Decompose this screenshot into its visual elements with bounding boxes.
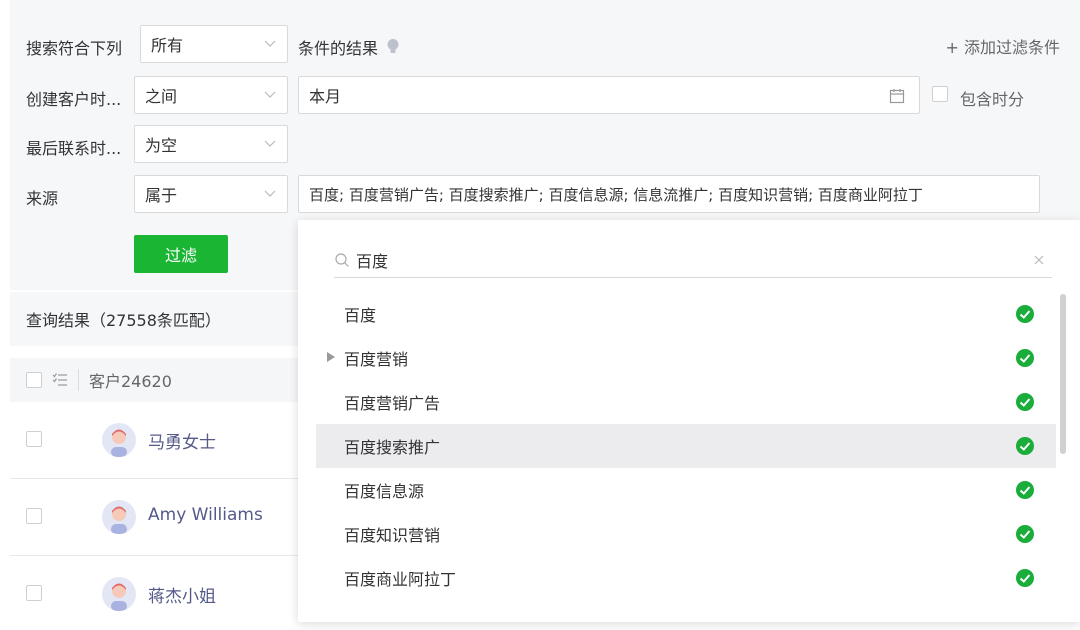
match-mode-value: 所有: [151, 36, 184, 55]
table-row[interactable]: 马勇女士: [10, 403, 300, 479]
created-time-value-input[interactable]: 本月: [298, 76, 920, 114]
check-circle-icon: [1016, 305, 1034, 323]
row-checkbox[interactable]: [26, 431, 42, 447]
source-tags-input[interactable]: 百度; 百度营销广告; 百度搜索推广; 百度信息源; 信息流推广; 百度知识营销…: [298, 175, 1040, 213]
dropdown-option[interactable]: 百度搜索推广: [316, 424, 1056, 468]
dropdown-search: [334, 242, 1052, 278]
search-icon: [335, 252, 349, 267]
person-icon: [111, 429, 127, 457]
chevron-down-icon: [264, 40, 276, 47]
dropdown-option[interactable]: 百度信息源: [316, 468, 1056, 512]
dropdown-option-label: 百度营销广告: [344, 394, 441, 413]
customer-name-link[interactable]: 马勇女士: [148, 428, 216, 453]
filter-label-created-time: 创建客户时...: [26, 90, 122, 109]
lightbulb-icon[interactable]: [386, 38, 400, 56]
filter-label-last-contact: 最后联系时...: [26, 139, 122, 158]
calendar-icon[interactable]: [889, 88, 905, 104]
dropdown-option-label: 百度知识营销: [344, 526, 441, 545]
filter-button[interactable]: 过滤: [134, 235, 228, 273]
created-time-operator-select[interactable]: 之间: [134, 76, 288, 114]
dropdown-option[interactable]: 百度: [316, 292, 1056, 336]
include-time-label: 包含时分: [960, 90, 1025, 109]
filter-label-source: 来源: [26, 189, 59, 208]
dropdown-search-input[interactable]: [356, 250, 1032, 269]
customer-column-header[interactable]: 客户24620: [89, 368, 172, 392]
table-row[interactable]: Amy Williams: [10, 480, 300, 556]
add-filter-link[interactable]: + 添加过滤条件: [946, 34, 1061, 58]
dropdown-option-label: 百度信息源: [344, 482, 425, 501]
last-contact-operator-select[interactable]: 为空: [134, 125, 288, 163]
avatar: [102, 500, 136, 534]
source-operator-select[interactable]: 属于: [134, 175, 288, 213]
check-circle-icon: [1016, 393, 1034, 411]
person-icon: [111, 506, 127, 534]
column-settings-icon[interactable]: [52, 372, 68, 388]
customer-name-link[interactable]: Amy Williams: [148, 505, 263, 525]
dropdown-option[interactable]: 百度商业阿拉丁: [316, 556, 1056, 600]
dropdown-option[interactable]: 百度知识营销: [316, 512, 1056, 556]
check-circle-icon: [1016, 349, 1034, 367]
match-prefix-label: 搜索符合下列: [26, 39, 123, 58]
chevron-down-icon: [264, 190, 276, 197]
avatar: [102, 423, 136, 457]
match-mode-select[interactable]: 所有: [140, 25, 288, 63]
source-dropdown: 百度百度营销百度营销广告百度搜索推广百度信息源百度知识营销百度商业阿拉丁: [298, 220, 1080, 622]
dropdown-option[interactable]: 百度营销: [316, 336, 1056, 380]
dropdown-option-label: 百度商业阿拉丁: [344, 570, 457, 589]
check-circle-icon: [1016, 437, 1034, 455]
dropdown-option-label: 百度营销: [344, 350, 409, 369]
avatar: [102, 577, 136, 611]
chevron-down-icon: [264, 91, 276, 98]
dropdown-option[interactable]: 百度营销广告: [316, 380, 1056, 424]
person-icon: [111, 583, 127, 611]
dropdown-option-label: 百度: [344, 306, 377, 325]
check-circle-icon: [1016, 569, 1034, 587]
expand-arrow-icon[interactable]: [326, 351, 336, 363]
customer-name-link[interactable]: 蒋杰小姐: [148, 582, 216, 607]
dropdown-scrollbar[interactable]: [1060, 294, 1066, 454]
match-suffix-label: 条件的结果: [298, 35, 400, 59]
header-divider: [78, 369, 79, 391]
include-time-checkbox[interactable]: [932, 86, 948, 102]
table-header: 客户24620: [10, 358, 300, 402]
row-checkbox[interactable]: [26, 508, 42, 524]
chevron-down-icon: [264, 140, 276, 147]
result-summary: 查询结果（27558条匹配）: [10, 292, 300, 346]
select-all-checkbox[interactable]: [26, 372, 42, 388]
check-circle-icon: [1016, 481, 1034, 499]
dropdown-option-label: 百度搜索推广: [344, 438, 441, 457]
table-row[interactable]: 蒋杰小姐: [10, 557, 300, 630]
row-checkbox[interactable]: [26, 585, 42, 601]
close-icon[interactable]: [1032, 253, 1046, 267]
check-circle-icon: [1016, 525, 1034, 543]
